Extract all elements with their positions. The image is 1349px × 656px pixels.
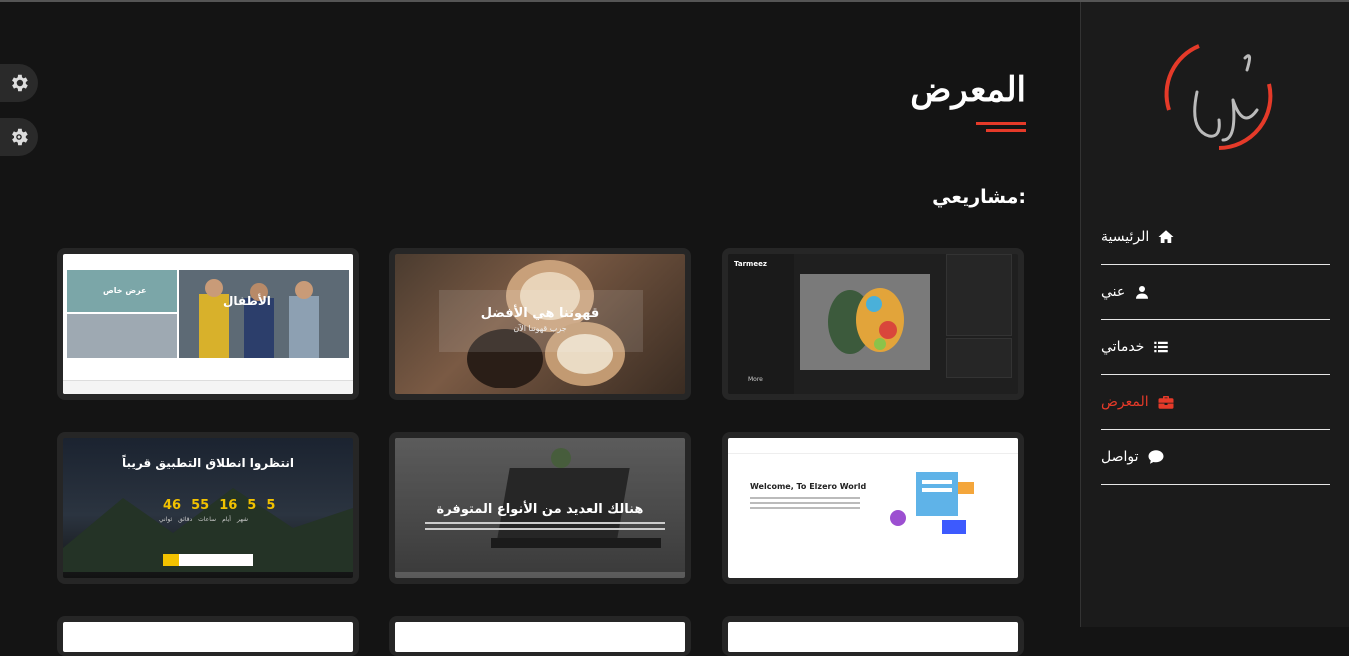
project-thumbnail: انتظروا انطلاق التطبيق قريباً 46 55 16 5…: [63, 438, 353, 578]
settings-gear-button[interactable]: [0, 64, 38, 102]
project-card-countdown[interactable]: انتظروا انطلاق التطبيق قريباً 46 55 16 5…: [57, 432, 359, 584]
project-title: قهوتنا هي الأفضل: [480, 306, 600, 321]
project-title: انتظروا انطلاق التطبيق قريباً: [122, 456, 294, 470]
project-card-coffee[interactable]: قهوتنا هي الأفضل جرب قهوتنا الآن: [389, 248, 691, 400]
project-thumbnail: Welcome, To Elzero World: [728, 438, 1018, 578]
countdown: 46 55 16 5 5: [163, 498, 275, 513]
countdown-value: 55: [191, 498, 210, 513]
project-card-tarmeez[interactable]: Tarmeez More: [722, 248, 1024, 400]
sidebar-item-gallery[interactable]: المعرض: [1101, 375, 1330, 430]
project-card-elzero[interactable]: Welcome, To Elzero World: [722, 432, 1024, 584]
project-card-partial[interactable]: [722, 616, 1024, 656]
sidebar-item-services[interactable]: خدماتي: [1101, 320, 1330, 375]
home-icon: [1158, 230, 1174, 243]
sidebar-item-label: عني: [1101, 284, 1126, 300]
countdown-label: أيام: [222, 516, 231, 523]
sidebar-item-home[interactable]: الرئيسية: [1101, 210, 1330, 265]
countdown-value: 16: [219, 498, 238, 513]
countdown-label: ساعات: [198, 516, 217, 523]
project-title: الأطفال: [223, 294, 271, 308]
brain-image: [800, 274, 930, 370]
sidebar-item-label: المعرض: [1101, 394, 1149, 410]
user-icon: [1136, 286, 1149, 299]
sidebar-nav: الرئيسية عني خدماتي المعرض تواصل: [1101, 210, 1330, 485]
project-thumbnail: قهوتنا هي الأفضل جرب قهوتنا الآن: [395, 254, 685, 394]
models-image: [179, 270, 349, 358]
workspace-illustration: [890, 472, 974, 534]
list-icon: [1154, 341, 1169, 353]
countdown-labels: ثواني دقائق ساعات أيام شهر: [159, 516, 248, 523]
offer-label: عرض خاص: [103, 286, 147, 295]
sidebar-item-contact[interactable]: تواصل: [1101, 430, 1330, 485]
sidebar-item-label: خدماتي: [1101, 339, 1145, 355]
project-card-templates[interactable]: هنالك العديد من الأنواع المتوفرة: [389, 432, 691, 584]
sidebar-item-label: الرئيسية: [1101, 229, 1150, 245]
project-title: هنالك العديد من الأنواع المتوفرة: [436, 502, 644, 517]
logo[interactable]: [1159, 40, 1274, 160]
title-underline: [976, 122, 1026, 125]
countdown-value: 46: [163, 498, 182, 513]
countdown-value: 5: [266, 498, 276, 513]
countdown-value: 5: [247, 498, 257, 513]
project-title: Tarmeez: [734, 260, 767, 268]
countdown-label: ثواني: [159, 516, 173, 523]
logo-signature: [1164, 44, 1273, 150]
brain-illustration: [828, 288, 904, 354]
sidebar: الرئيسية عني خدماتي المعرض تواصل: [1080, 2, 1349, 627]
project-subtitle: More: [748, 376, 763, 383]
sidebar-item-about[interactable]: عني: [1101, 265, 1330, 320]
project-card-kids-store[interactable]: الأطفال عرض خاص: [57, 248, 359, 400]
briefcase-icon: [1158, 396, 1174, 409]
chat-icon: [1148, 450, 1164, 464]
countdown-label: دقائق: [178, 516, 193, 523]
sidebar-item-label: تواصل: [1101, 449, 1139, 465]
project-card-partial[interactable]: [57, 616, 359, 656]
people-illustration: [199, 279, 319, 358]
countdown-label: شهر: [236, 516, 249, 523]
gear-icon: [12, 74, 28, 92]
project-thumbnail: الأطفال عرض خاص: [63, 254, 353, 394]
project-subtitle: جرب قهوتنا الآن: [513, 324, 567, 333]
project-title: Welcome, To Elzero World: [750, 482, 867, 491]
page-title: المعرض: [910, 70, 1026, 110]
project-thumbnail: هنالك العديد من الأنواع المتوفرة: [395, 438, 685, 578]
project-thumbnail: Tarmeez More: [728, 254, 1018, 394]
section-label: مشاريعي:: [932, 186, 1026, 208]
sun-gear-icon: [12, 128, 28, 146]
project-card-partial[interactable]: [389, 616, 691, 656]
title-underline-secondary: [986, 129, 1026, 132]
theme-toggle-button[interactable]: [0, 118, 38, 156]
